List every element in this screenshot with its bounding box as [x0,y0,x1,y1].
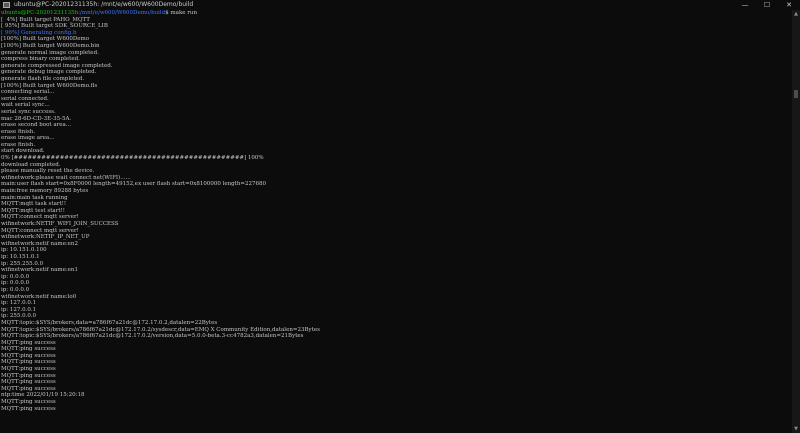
terminal-line: MQTT:mqtt task start!! [1,201,67,208]
terminal-line: erase second boot area... [1,122,72,129]
terminal-line: ip: 127.0.0.1 [1,300,37,307]
window-title: ubuntu@PC-20201231135h: /mnt/e/w600/W600… [14,1,194,8]
prompt-line: ubuntu@PC-20201231135h:/mnt/e/w600/W600D… [0,10,792,17]
terminal-line: 0% [####################################… [1,155,264,162]
terminal-line: ip: 10.151.0.1 [1,253,40,260]
scroll-up-icon[interactable]: ▲ [792,10,800,18]
terminal-line: MQTT:connect mqtt server! [1,227,79,234]
terminal-line: ntp:time 2022/01/19 15:20:18 [1,392,85,399]
terminal-line: wifinetwork:NETIF_IP_NET_UP [1,234,90,241]
terminal-output[interactable]: ubuntu@PC-20201231135h:/mnt/e/w600/W600D… [0,10,792,433]
scroll-down-icon[interactable]: ▼ [792,425,800,433]
terminal-line: MQTT:ping success [1,372,56,379]
terminal-line: erase image area... [1,135,55,142]
terminal-line: wait serial sync... [1,102,50,109]
terminal-line: serial sync success. [1,108,56,115]
terminal-line: MQTT:ping success [1,385,56,392]
terminal-line: [100%] Built target W600Demo.fls [1,82,98,89]
terminal-line: ip: 0.0.0.0 [1,280,30,287]
terminal-line: MQTT:ping success [1,399,56,406]
terminal-line: generate flash file completed. [1,75,85,82]
terminal-line: generate debug image completed. [1,69,97,76]
window-controls: — ☐ ✕ [734,0,800,10]
vertical-scrollbar[interactable]: ▲ ▼ [792,10,800,433]
terminal-line: [100%] Built target W600Demo.bin [1,42,100,49]
terminal-line: wifinetwork:please wait connect net(WIFI… [1,174,131,181]
terminal-line: MQTT:mqtt test start!! [1,207,65,214]
terminal-line: wifinetwork:netif name:en2 [1,240,78,247]
terminal-line: MQTT:topic:$SYS/brokers,data=a786f67a21d… [1,319,218,326]
minimize-button[interactable]: — [734,0,756,10]
prompt-command: $ make run [165,10,197,16]
terminal-icon [3,2,10,8]
terminal-line: [100%] Built target W600Demo [1,36,90,43]
maximize-button[interactable]: ☐ [756,0,778,10]
terminal-line: wifinetwork:netif name:lo0 [1,293,77,300]
terminal-line: serial connected. [1,95,49,102]
terminal-line: ip: 127.0.0.1 [1,306,37,313]
terminal-line: MQTT:ping success [1,405,56,412]
terminal-line: wifinetwork:NETIF_WIFI_JOIN_SUCCESS [1,221,119,227]
terminal-line: please manually reset the device. [1,168,95,175]
terminal-line: MQTT:ping success [1,339,56,346]
terminal-line: main:user flash start=0x8F0000 length=49… [1,181,267,188]
title-bar[interactable]: ubuntu@PC-20201231135h: /mnt/e/w600/W600… [0,0,800,10]
terminal-line: [ 95%] Built target SDK_SOURCE_LIB [1,23,108,30]
terminal-line: ip: 255.255.0.0 [1,260,44,267]
terminal-line: MQTT:ping success [1,352,56,359]
terminal-line: erase finish. [1,141,36,148]
terminal-line: connecting serial... [1,89,55,96]
terminal-line: ip: 0.0.0.0 [1,273,30,280]
terminal-line: MQTT:ping success [1,346,56,353]
terminal-line: generate compressed image completed. [1,62,113,69]
terminal-line: mac 28-6D-CD-3E-35-5A. [1,115,72,122]
terminal-line: MQTT:topic:$SYS/brokers/a786f67a21dc@172… [1,333,304,340]
terminal-window: ubuntu@PC-20201231135h: /mnt/e/w600/W600… [0,0,800,433]
terminal-line: download completed. [1,161,61,168]
terminal-line: [ 4%] Built target PAHO_MQTT [1,16,90,23]
terminal-line: main:main task running [1,194,68,201]
close-button[interactable]: ✕ [778,0,800,10]
terminal-line: MQTT:ping success [1,379,56,386]
terminal-line: MQTT:ping success [1,366,56,373]
terminal-line: [ 96%] Generating config.h [1,29,77,36]
terminal-line: main:free memory 89288 bytes [1,188,89,195]
prompt-user: ubuntu@PC-20201231135h [1,10,79,16]
terminal-line: ip: 10.151.0.100 [1,247,47,254]
terminal-line: compress binary completed. [1,56,80,63]
terminal-line: MQTT:ping success [1,359,56,366]
scroll-thumb[interactable] [794,90,798,98]
terminal-line: wifinetwork:netif name:en1 [1,267,78,274]
terminal-line: erase finish. [1,128,36,135]
terminal-line: MQTT:connect mqtt server! [1,214,79,221]
terminal-line: ip: 0.0.0.0 [1,286,30,293]
prompt-path: :/mnt/e/w600/W600Demo/build [78,10,166,16]
terminal-line: ip: 255.0.0.0 [1,313,37,320]
terminal-line: start download. [1,148,45,155]
terminal-line: generate normal image completed. [1,49,99,56]
